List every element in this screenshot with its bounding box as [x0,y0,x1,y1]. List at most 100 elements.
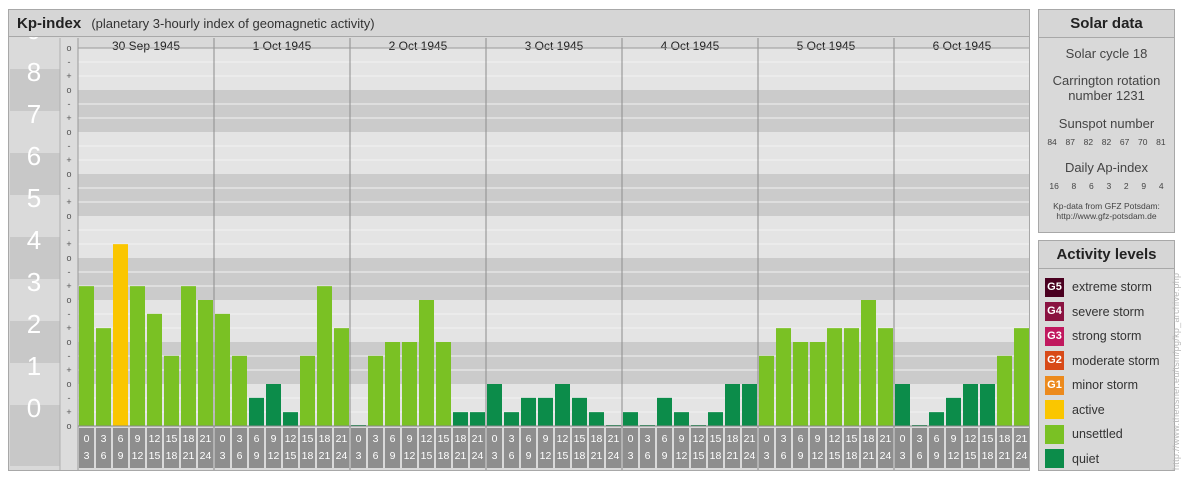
interval-start-label: 9 [815,433,821,445]
solar-cycle: Solar cycle 18 [1065,46,1148,61]
legend-swatch-active [1045,400,1064,420]
kp-bar [878,328,893,426]
kp-bar [453,412,468,426]
sunspot-value: 82 [1101,137,1112,147]
kp-bar [487,384,502,426]
kp-band [78,90,1029,132]
kp-bar [232,355,247,426]
kp-bar [113,244,128,426]
interval-end-label: 6 [781,450,787,462]
kp-bar [589,412,604,426]
kp-bar [776,328,791,426]
legend-item-g4: G4 severe storm [1045,300,1160,325]
sunspot-values: 84 87 82 82 67 70 81 [1039,137,1174,147]
ap-values: 16 8 6 3 2 9 4 [1039,181,1174,191]
ap-value: 16 [1049,181,1059,191]
interval-start-label: 6 [934,433,940,445]
ap-title: Daily Ap-index [1064,160,1149,175]
y-subtick-label: + [66,197,71,207]
interval-start-label: 15 [982,433,994,445]
interval-start-label: 9 [543,433,549,445]
legend-swatch-g3: G3 [1045,326,1064,346]
interval-end-label: 9 [390,450,396,462]
kp-bar [827,328,842,426]
interval-end-label: 18 [574,450,586,462]
interval-end-label: 9 [254,450,260,462]
interval-end-label: 9 [798,450,804,462]
interval-start-label: 6 [798,433,804,445]
interval-start-label: 9 [135,433,141,445]
y-subtick-label: o [66,337,71,347]
interval-end-label: 24 [336,450,348,462]
legend-swatch-g5: G5 [1045,277,1064,297]
interval-end-label: 18 [302,450,314,462]
interval-start-label: 6 [526,433,532,445]
kp-bar [844,328,859,426]
y-tick-label: 8 [27,57,41,87]
kp-bar [963,384,978,426]
interval-end-label: 15 [149,450,161,462]
y-tick-label: 1 [27,351,41,381]
kp-bar [946,397,961,426]
y-subtick-label: - [68,57,71,67]
kp-bar [249,397,264,426]
kp-bar [164,355,179,426]
interval-end-label: 3 [356,450,362,462]
kp-bar [385,342,400,426]
kp-chart-panel: 0123456789o+-o+-o+-o+-o+-o+-o+-o+-o+-o30… [8,9,1030,471]
kp-bar [929,412,944,426]
interval-end-label: 9 [526,450,532,462]
legend-label-g2: moderate storm [1072,353,1160,368]
y-subtick-label: o [66,43,71,53]
interval-end-label: 6 [509,450,515,462]
interval-start-label: 9 [951,433,957,445]
kp-bar [334,328,349,426]
interval-end-label: 12 [676,450,688,462]
interval-start-label: 21 [336,433,348,445]
credit-link[interactable]: http://www.gfz-potsdam.de [1039,211,1174,221]
legend-item-g5: G5 extreme storm [1045,275,1160,300]
interval-end-label: 18 [710,450,722,462]
interval-start-label: 12 [421,433,433,445]
legend-swatch-g1: G1 [1045,375,1064,395]
kp-band [78,48,1029,90]
kp-bar [181,286,196,426]
interval-start-label: 0 [764,433,770,445]
kp-bar [317,286,332,426]
interval-end-label: 3 [900,450,906,462]
legend-label-unsettled: unsettled [1072,427,1123,442]
y-subtick-label: + [66,155,71,165]
interval-start-label: 12 [693,433,705,445]
chart-subtitle: (planetary 3-hourly index of geomagnetic… [91,16,375,31]
source-watermark: http://www.theusner.eu/tsm/pg/kp_archive… [1171,272,1181,470]
kp-bar [725,384,740,426]
activity-legend: G5 extreme storm G4 severe storm G3 stro… [1045,275,1160,471]
y-subtick-label: o [66,127,71,137]
interval-end-label: 3 [628,450,634,462]
kp-bar [674,412,689,426]
y-tick-label: 6 [27,141,41,171]
ap-value: 2 [1123,181,1129,191]
interval-end-label: 6 [101,450,107,462]
interval-end-label: 12 [812,450,824,462]
interval-end-label: 12 [268,450,280,462]
y-tick-label: 0 [27,393,41,423]
sunspot-value: 84 [1047,137,1057,147]
kp-bar [283,412,298,426]
kp-bar [538,397,553,426]
interval-start-label: 21 [1016,433,1028,445]
interval-start-label: 0 [220,433,226,445]
interval-start-label: 12 [149,433,161,445]
interval-start-label: 3 [101,433,107,445]
interval-start-label: 9 [679,433,685,445]
y-subtick-label: o [66,169,71,179]
interval-end-label: 15 [285,450,297,462]
kp-bar [266,384,281,426]
interval-start-label: 21 [608,433,620,445]
credit-line-1: Kp-data from GFZ Potsdam: [1053,201,1160,211]
legend-item-g3: G3 strong storm [1045,324,1160,349]
interval-end-label: 24 [1016,450,1028,462]
kp-bar [1014,328,1029,426]
solar-data-panel: Solar data Solar cycle 18 Carrington rot… [1038,9,1175,233]
interval-end-label: 21 [999,450,1011,462]
